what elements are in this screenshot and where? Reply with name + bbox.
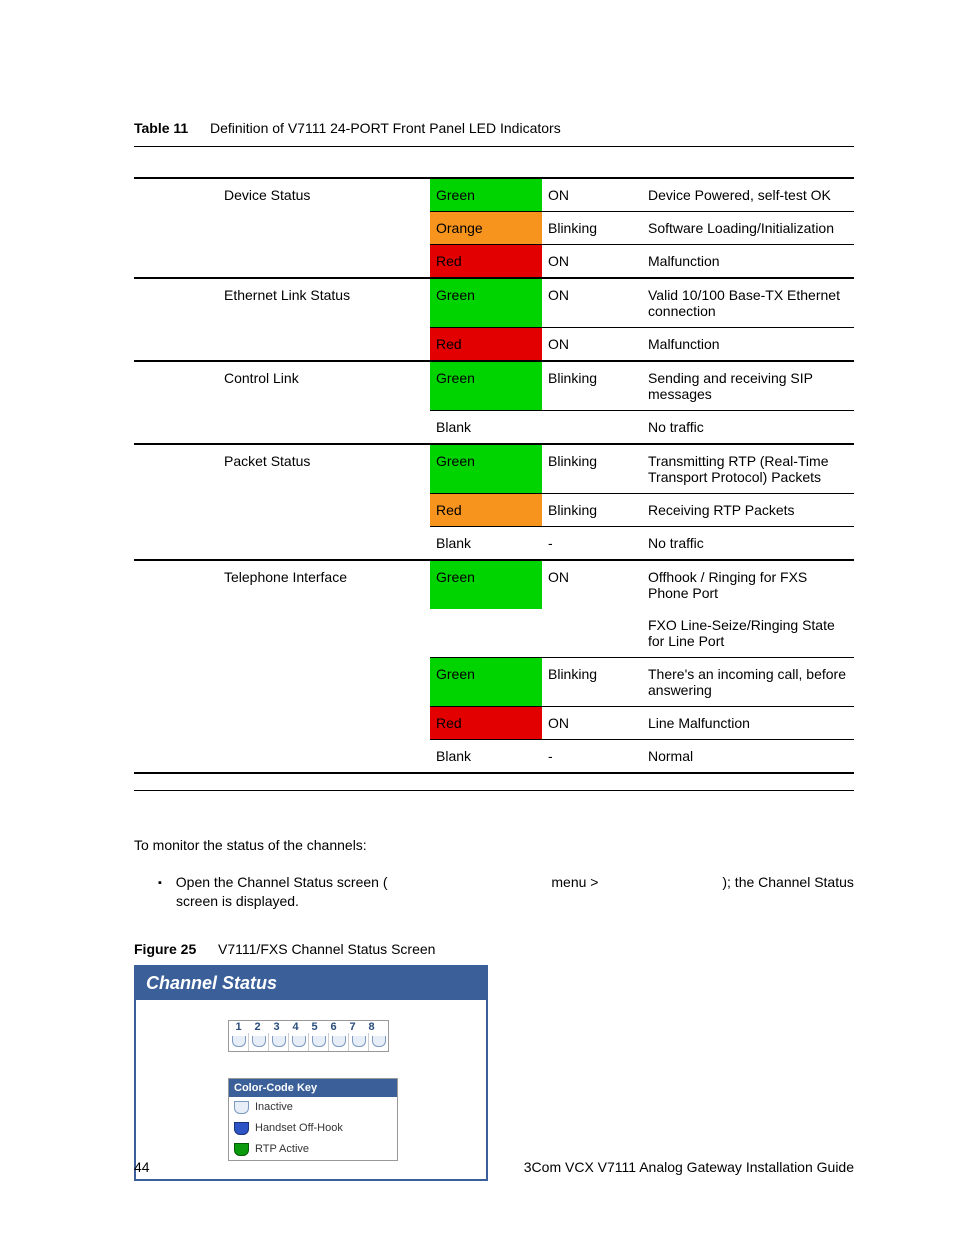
group-name: Control Link [134,361,430,444]
port-number: 3 [267,1021,286,1033]
port-icon[interactable] [329,1033,349,1051]
led-state: Blinking [542,658,642,707]
legend-swatch-icon [234,1122,249,1135]
legend-swatch-icon [234,1143,249,1156]
led-color: Blank [430,740,542,774]
led-desc: Line Malfunction [642,707,854,740]
caption-rule [134,146,854,147]
led-desc: Malfunction [642,245,854,279]
channel-status-header: Channel Status [136,967,486,1000]
group-name: Packet Status [134,444,430,560]
led-state: ON [542,328,642,362]
led-state: Blinking [542,494,642,527]
legend-header: Color-Code Key [229,1079,397,1097]
led-desc: No traffic [642,411,854,445]
led-desc: Sending and receiving SIP messages [642,361,854,411]
led-indicator-table: Device StatusGreenONDevice Powered, self… [134,177,854,774]
figure-label: Figure 25 [134,941,196,957]
led-color: Green [430,178,542,212]
port-icon[interactable] [269,1033,289,1051]
led-desc: Receiving RTP Packets [642,494,854,527]
group-name: Telephone Interface [134,560,430,773]
led-desc: Device Powered, self-test OK [642,178,854,212]
port-icon[interactable] [369,1033,388,1051]
port-number: 5 [305,1021,324,1033]
led-color: Green [430,444,542,494]
led-color: Red [430,494,542,527]
led-desc: Malfunction [642,328,854,362]
port-icon[interactable] [309,1033,329,1051]
port-number: 7 [343,1021,362,1033]
table-caption: Table 11 Definition of V7111 24-PORT Fro… [134,120,854,136]
led-color: Red [430,707,542,740]
led-state: Blinking [542,444,642,494]
table-end-rule [134,790,854,791]
led-state: ON [542,178,642,212]
led-state: ON [542,707,642,740]
legend-box: Color-Code Key Inactive Handset Off-Hook R… [228,1078,398,1161]
page-number: 44 [134,1159,150,1175]
led-desc: Normal [642,740,854,774]
group-name: Device Status [134,178,430,278]
led-desc: Offhook / Ringing for FXS Phone Port [642,560,854,609]
led-color: Green [430,361,542,411]
legend-label: RTP Active [255,1143,309,1155]
led-state: - [542,740,642,774]
legend-row: RTP Active [229,1139,397,1160]
legend-swatch-icon [234,1101,249,1114]
led-state: - [542,527,642,561]
led-desc: Software Loading/Initialization [642,212,854,245]
table-label: Table 11 [134,120,188,136]
led-color: Green [430,560,542,609]
led-desc: There's an incoming call, before answeri… [642,658,854,707]
led-desc: Transmitting RTP (Real-Time Transport Pr… [642,444,854,494]
bullet-list: Open the Channel Status screen ( menu > … [158,873,854,911]
led-state: ON [542,560,642,609]
legend-label: Handset Off-Hook [255,1122,343,1134]
port-row: 12345678 [228,1020,389,1052]
channel-status-panel: Channel Status 12345678 Color-Code Key I… [134,965,488,1181]
led-state: ON [542,245,642,279]
led-desc: No traffic [642,527,854,561]
port-number: 2 [248,1021,267,1033]
led-color: Red [430,245,542,279]
led-state [542,411,642,445]
port-number: 6 [324,1021,343,1033]
led-color: Red [430,328,542,362]
port-number: 8 [362,1021,381,1033]
led-desc: FXO Line-Seize/Ringing State for Line Po… [642,609,854,658]
port-icon[interactable] [249,1033,269,1051]
bullet-item: Open the Channel Status screen ( menu > … [176,873,854,911]
led-color: Green [430,658,542,707]
legend-row: Inactive [229,1097,397,1118]
page-footer: 44 3Com VCX V7111 Analog Gateway Install… [134,1159,854,1175]
figure-caption: Figure 25 V7111/FXS Channel Status Scree… [134,941,854,957]
port-number: 4 [286,1021,305,1033]
port-icon[interactable] [289,1033,309,1051]
figure-title: V7111/FXS Channel Status Screen [218,941,435,957]
led-state: ON [542,278,642,328]
port-number: 1 [229,1021,248,1033]
doc-title: 3Com VCX V7111 Analog Gateway Installati… [524,1159,854,1175]
led-state: Blinking [542,361,642,411]
table-title: Definition of V7111 24-PORT Front Panel … [210,120,561,136]
legend-label: Inactive [255,1101,293,1113]
led-color: Green [430,278,542,328]
port-icon[interactable] [229,1033,249,1051]
port-icon[interactable] [349,1033,369,1051]
group-name: Ethernet Link Status [134,278,430,361]
led-color: Blank [430,411,542,445]
intro-text: To monitor the status of the channels: [134,837,854,853]
led-state: Blinking [542,212,642,245]
led-color: Blank [430,527,542,561]
led-desc: Valid 10/100 Base-TX Ethernet connection [642,278,854,328]
led-color: Orange [430,212,542,245]
legend-row: Handset Off-Hook [229,1118,397,1139]
